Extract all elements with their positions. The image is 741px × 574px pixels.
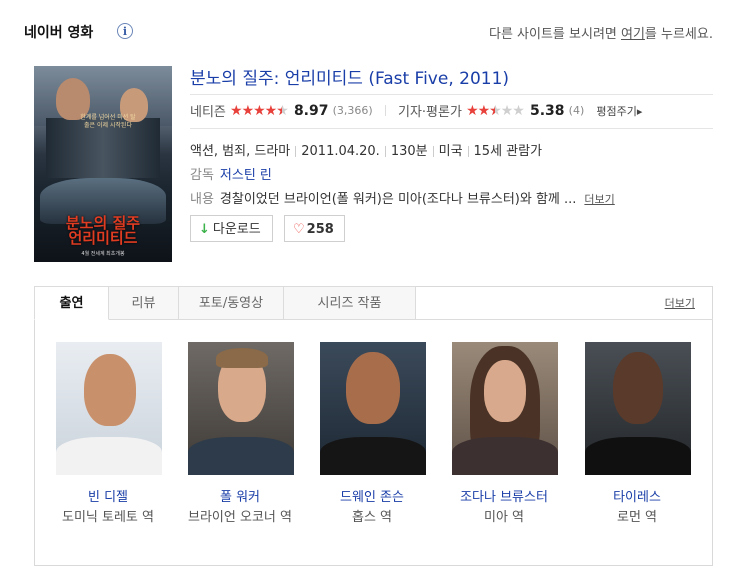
divider bbox=[190, 128, 713, 129]
poster-title: 분노의 질주 언리미티드 bbox=[38, 216, 168, 246]
critic-count: (4) bbox=[568, 104, 585, 117]
cast-name-link[interactable]: 조다나 브류스터 bbox=[437, 486, 571, 505]
divider bbox=[467, 146, 469, 157]
divider bbox=[432, 146, 434, 157]
redirect-link[interactable]: 여기 bbox=[621, 27, 645, 42]
genre: 액션, 범죄, 드라마 bbox=[190, 144, 291, 159]
rating-row: 네티즌 ★★★★★★ 8.97 (3,366) 기자·평론가 ★★★★★★ 5.… bbox=[190, 101, 642, 121]
info-icon[interactable]: i bbox=[117, 23, 133, 39]
shirt bbox=[320, 437, 426, 475]
rate-link[interactable]: 평점주기▸ bbox=[596, 105, 642, 118]
cast-role: 브라이언 오코너 역 bbox=[188, 510, 292, 525]
netizen-score: 8.97 bbox=[293, 102, 329, 119]
director-row: 감독 저스틴 린 bbox=[190, 164, 272, 183]
shirt bbox=[56, 437, 162, 475]
page-title: 네이버 영화 bbox=[24, 25, 94, 41]
netizen-stars: ★★★★★★ bbox=[230, 102, 289, 119]
tab-series[interactable]: 시리즈 작품 bbox=[284, 286, 416, 320]
cast-more-link[interactable]: 더보기 bbox=[665, 295, 695, 311]
tab-photo-video[interactable]: 포토/동영상 bbox=[179, 286, 284, 320]
face bbox=[484, 360, 526, 422]
shirt bbox=[585, 437, 691, 475]
download-label: 다운로드 bbox=[212, 222, 261, 237]
cast-name-link[interactable]: 타이레스 bbox=[570, 486, 704, 505]
age-rating: 15세 관람가 bbox=[473, 144, 543, 159]
tab-cast[interactable]: 출연 bbox=[34, 286, 109, 320]
divider bbox=[384, 105, 386, 116]
redirect-text-pre: 다른 사이트를 보시려면 bbox=[489, 27, 621, 42]
director-link[interactable]: 저스틴 린 bbox=[220, 168, 272, 183]
plot-more-link[interactable]: 더보기 bbox=[584, 193, 614, 206]
shirt bbox=[452, 437, 558, 475]
cast-name-link[interactable]: 폴 워커 bbox=[173, 486, 307, 505]
face bbox=[613, 352, 663, 424]
meta-row: 액션, 범죄, 드라마 2011.04.20. 130분 미국 15세 관람가 bbox=[190, 140, 542, 159]
movie-poster[interactable]: 한계를 넘어선 미션 탈출은 이제 시작된다 분노의 질주 언리미티드 4월 전세… bbox=[34, 66, 172, 262]
poster-tagline: 한계를 넘어선 미션 탈출은 이제 시작된다 bbox=[80, 114, 136, 129]
like-count: 258 bbox=[306, 222, 334, 237]
director-label: 감독 bbox=[190, 168, 214, 183]
redirect-notice: 다른 사이트를 보시려면 여기를 누르세요. bbox=[489, 23, 713, 42]
cast-name-link[interactable]: 드웨인 존슨 bbox=[305, 486, 439, 505]
download-icon: ↓ bbox=[199, 222, 210, 237]
cast-photo[interactable] bbox=[188, 342, 294, 475]
like-button[interactable]: ♡ 258 bbox=[284, 215, 345, 242]
shirt bbox=[188, 437, 294, 475]
face bbox=[346, 352, 400, 424]
heart-icon: ♡ bbox=[293, 222, 305, 237]
critic-score: 5.38 bbox=[529, 102, 565, 119]
cast-photo[interactable] bbox=[452, 342, 558, 475]
poster-title-line2: 언리미티드 bbox=[68, 229, 138, 247]
release-date: 2011.04.20. bbox=[301, 144, 380, 159]
cast-name-link[interactable]: 빈 디젤 bbox=[41, 486, 175, 505]
runtime: 130분 bbox=[390, 144, 428, 159]
cast-photo[interactable] bbox=[320, 342, 426, 475]
critic-stars: ★★★★★★ bbox=[466, 102, 525, 119]
divider bbox=[295, 146, 297, 157]
divider bbox=[190, 94, 713, 95]
download-button[interactable]: ↓ 다운로드 bbox=[190, 215, 273, 242]
tab-review[interactable]: 리뷰 bbox=[109, 286, 179, 320]
poster-date: 4월 전세계 최초개봉 bbox=[81, 251, 125, 257]
netizen-label: 네티즌 bbox=[190, 105, 226, 120]
plot-row: 내용 경찰이었던 브라이언(폴 워커)은 미아(조다나 브류스터)와 함께 ...… bbox=[190, 188, 615, 207]
redirect-text-post: 를 누르세요. bbox=[644, 27, 713, 42]
hair bbox=[216, 348, 268, 368]
face bbox=[84, 354, 136, 426]
netizen-count: (3,366) bbox=[332, 104, 373, 117]
cast-photo[interactable] bbox=[56, 342, 162, 475]
plot-label: 내용 bbox=[190, 192, 214, 207]
divider bbox=[384, 146, 386, 157]
plot-text: 경찰이었던 브라이언(폴 워커)은 미아(조다나 브류스터)와 함께 ... bbox=[219, 192, 577, 207]
country: 미국 bbox=[438, 144, 463, 159]
cast-role: 미아 역 bbox=[483, 510, 524, 525]
cast-role: 홉스 역 bbox=[351, 510, 392, 525]
critic-label: 기자·평론가 bbox=[397, 105, 462, 120]
cast-photo[interactable] bbox=[585, 342, 691, 475]
movie-title-link[interactable]: 분노의 질주: 언리미티드 (Fast Five, 2011) bbox=[190, 64, 509, 89]
cast-role: 로먼 역 bbox=[616, 510, 657, 525]
divider bbox=[416, 319, 713, 320]
cast-role: 도미닉 토레토 역 bbox=[62, 510, 154, 525]
